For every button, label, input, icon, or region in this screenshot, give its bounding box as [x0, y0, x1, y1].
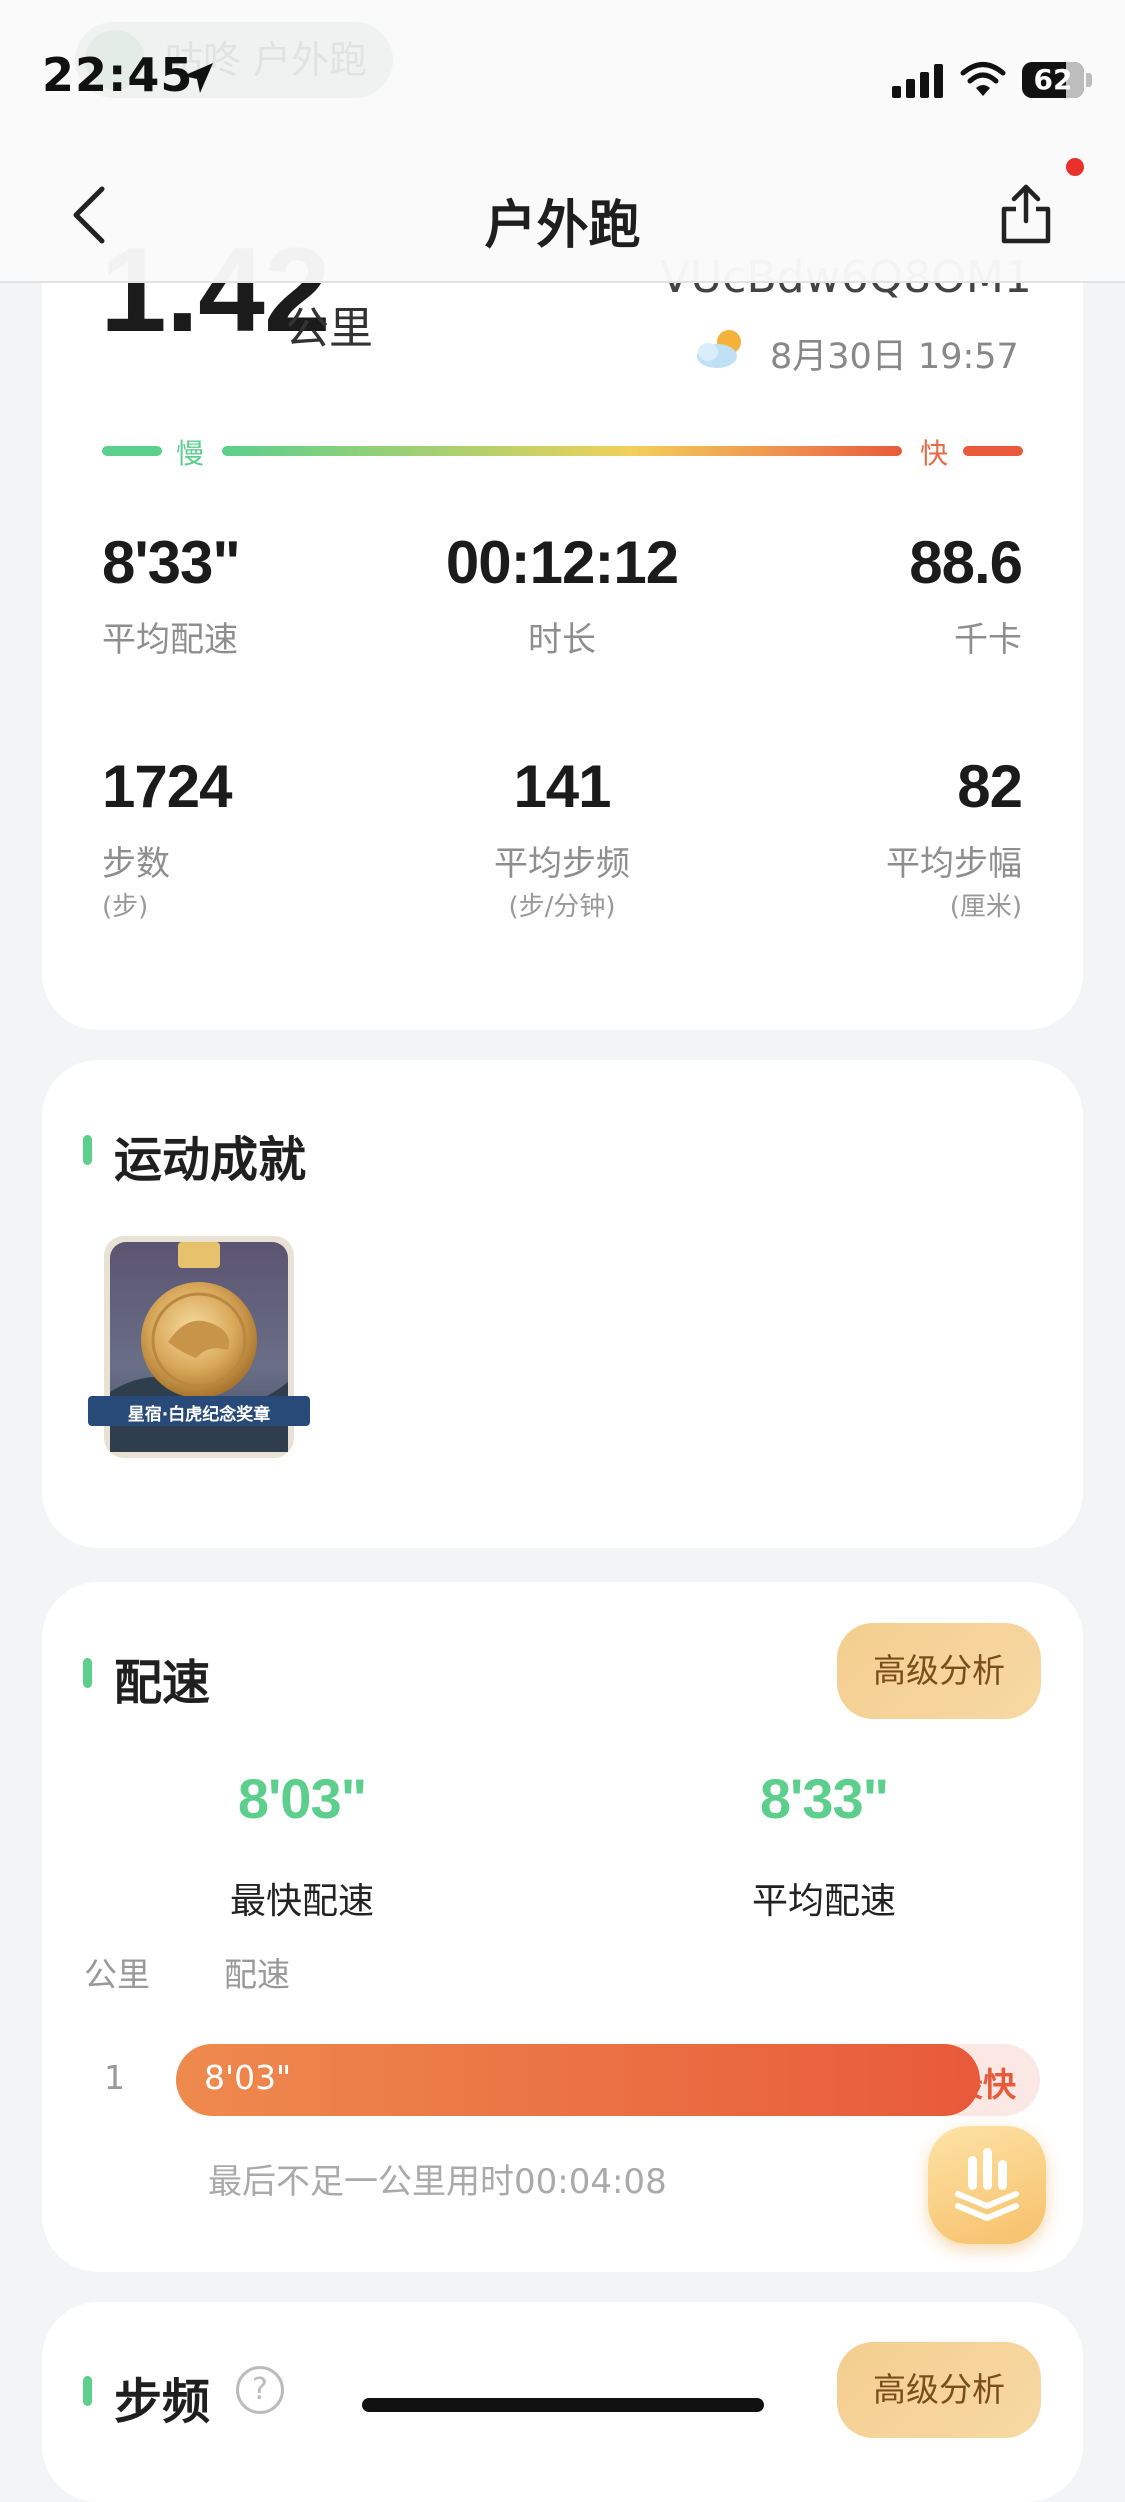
- run-date: 8月30日 19:57: [770, 337, 1019, 377]
- cadence-accent-bar: [83, 2376, 92, 2406]
- stat-steps-label: 步数: [102, 844, 170, 884]
- notification-dot: [1066, 158, 1084, 176]
- battery-cap: [1086, 73, 1092, 87]
- battery-percent: 62: [1033, 63, 1073, 96]
- achievements-title: 运动成就: [114, 1132, 307, 1188]
- pace-row-fastest-tag: 最快: [950, 2065, 1016, 2104]
- cadence-help-icon[interactable]: ?: [236, 2366, 284, 2414]
- stat-stride-value: 82: [957, 753, 1023, 820]
- nav-title: 户外跑: [484, 196, 641, 256]
- share-icon[interactable]: [996, 181, 1056, 247]
- pace-advanced-analysis-button[interactable]: 高级分析: [837, 1623, 1041, 1719]
- home-indicator: [362, 2398, 764, 2412]
- status-time: 22:45: [42, 48, 194, 102]
- pace-accent-bar: [83, 1658, 92, 1688]
- fast-bar: [963, 446, 1023, 456]
- location-arrow-icon: [183, 63, 213, 93]
- pace-title: 配速: [114, 1655, 211, 1711]
- cellular-signal-icon: [892, 64, 943, 98]
- pace-row-bar: [176, 2044, 980, 2116]
- stat-avg-pace-value: 8'33": [102, 529, 241, 596]
- status-bar: 咕咚 户外跑 22:45 62: [0, 0, 1125, 135]
- stat-steps-unit: (步): [102, 892, 149, 922]
- slow-label: 慢: [176, 437, 205, 470]
- distance-unit: 公里: [285, 303, 373, 354]
- stat-cadence-label: 平均步频: [494, 844, 630, 884]
- average-pace-value: 8'33": [759, 1767, 889, 1830]
- stat-cadence-value: 141: [513, 753, 611, 820]
- pace-column-pace: 配速: [224, 1955, 290, 1994]
- stat-stride-unit: (厘米): [949, 892, 1022, 922]
- average-pace-label: 平均配速: [751, 1881, 896, 1922]
- pace-gradient-bar: [222, 446, 902, 456]
- achievements-accent-bar: [83, 1135, 92, 1165]
- battery-icon: 62: [1022, 62, 1084, 98]
- stats-icon: [955, 2148, 1019, 2221]
- nav-bar: 户外跑: [0, 135, 1125, 283]
- pace-column-km: 公里: [84, 1955, 150, 1994]
- medal-badge[interactable]: 星宿·白虎纪念奖章: [88, 1232, 310, 1464]
- stat-steps-value: 1724: [102, 753, 232, 820]
- stat-cadence-unit: (步/分钟): [508, 892, 616, 922]
- fastest-pace-value: 8'03": [237, 1767, 367, 1830]
- wifi-icon: [960, 62, 1006, 96]
- pace-row-value: 8'03": [204, 2058, 292, 2097]
- partly-cloudy-icon: [697, 330, 741, 368]
- medal-name: 星宿·白虎纪念奖章: [127, 1405, 271, 1425]
- cadence-advanced-analysis-button[interactable]: 高级分析: [837, 2342, 1041, 2438]
- cadence-title: 步频: [114, 2374, 211, 2430]
- fast-label: 快: [920, 437, 949, 470]
- stat-avg-pace-label: 平均配速: [102, 620, 238, 660]
- floating-analysis-button[interactable]: [928, 2126, 1046, 2244]
- fastest-pace-label: 最快配速: [229, 1881, 374, 1922]
- stat-calories-label: 千卡: [954, 620, 1022, 660]
- stat-duration-value: 00:12:12: [445, 529, 679, 596]
- slow-bar: [102, 446, 162, 456]
- pace-remainder-note: 最后不足一公里用时00:04:08: [208, 2162, 667, 2202]
- stat-calories-value: 88.6: [909, 529, 1023, 596]
- pace-row: 1 8'03" 最快: [0, 2044, 1125, 2116]
- medal-image: [104, 1236, 294, 1458]
- stat-stride-label: 平均步幅: [886, 844, 1022, 884]
- pace-row-km: 1: [104, 2058, 125, 2097]
- stat-duration-label: 时长: [528, 620, 596, 660]
